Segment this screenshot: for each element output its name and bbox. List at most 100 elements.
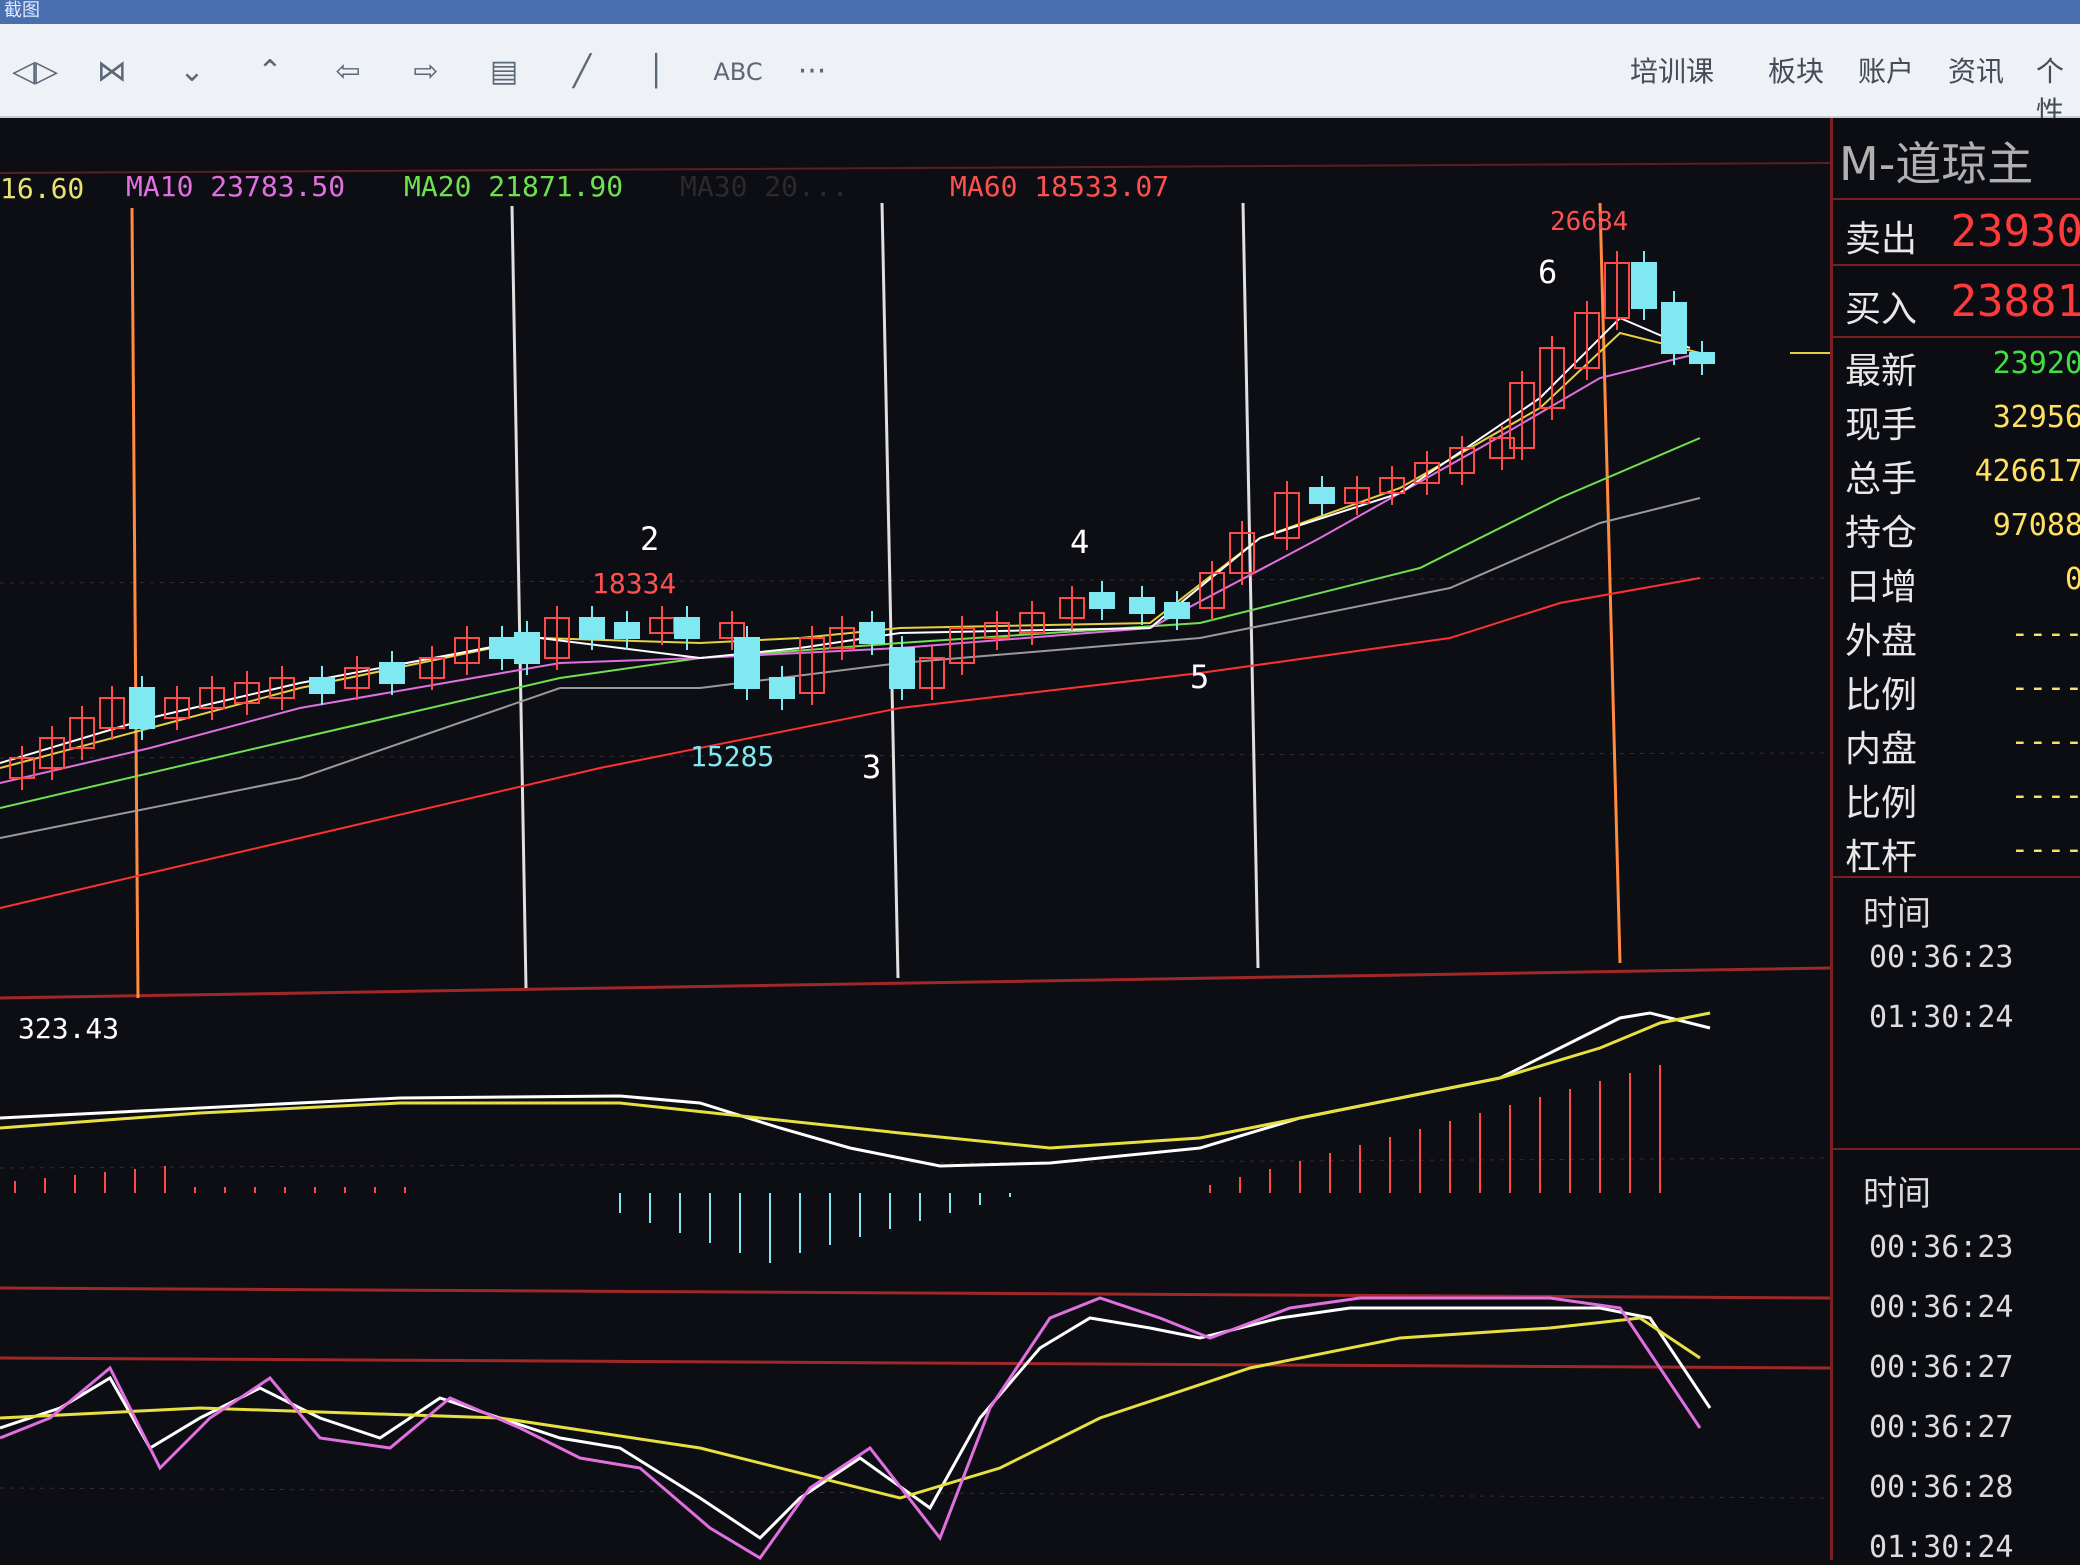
- ma30-label: MA30 20...: [680, 170, 849, 203]
- wave-label-3: 3: [862, 748, 881, 786]
- wave-label-6: 6: [1538, 253, 1557, 291]
- fit-icon[interactable]: ⋈: [90, 52, 134, 92]
- sell-value: 23930: [1950, 206, 2080, 257]
- menu-training[interactable]: 培训课: [1630, 50, 1714, 90]
- row-label: 日增: [1845, 567, 1918, 608]
- macd-value: 323.43: [18, 1012, 119, 1045]
- candle: [1089, 592, 1115, 609]
- wave-label-5: 5: [1190, 658, 1209, 696]
- wave-label-4: 4: [1070, 523, 1089, 561]
- candle: [129, 687, 155, 729]
- chart-area[interactable]: 16.60 MA10 23783.50 MA20 21871.90 MA30 2…: [0, 118, 1850, 1560]
- peak-high-label: 26684: [1550, 207, 1628, 237]
- scroll-down-icon[interactable]: ⌄: [170, 52, 214, 92]
- toolbar: ◁▷ ⋈ ⌄ ⌃ ⇦ ⇨ ▤ ╱ │ ABC ··· 培训课 板块 账户 资讯 …: [0, 24, 2080, 128]
- time-row: 00:36:24: [1869, 1290, 2014, 1325]
- row-label: 杠杆: [1845, 837, 1918, 878]
- row-label: 比例: [1845, 675, 1918, 716]
- ma10-label: MA10 23783.50: [126, 170, 345, 203]
- high-2-label: 18334: [592, 567, 676, 600]
- vertical-line-icon[interactable]: │: [634, 52, 678, 92]
- row-label: 最新: [1845, 351, 1918, 392]
- menu-account[interactable]: 账户: [1858, 50, 1914, 90]
- vertical-marker: [1241, 202, 1260, 969]
- draw-line-icon[interactable]: ╱: [560, 52, 604, 92]
- menu-news[interactable]: 资讯: [1948, 50, 2004, 90]
- candle: [614, 622, 640, 639]
- candle: [1309, 487, 1335, 504]
- time-row: 00:36:23: [1869, 940, 2014, 975]
- candle: [1129, 597, 1155, 614]
- macd-dea-line: [0, 1011, 1711, 1150]
- row-value: ----: [2010, 832, 2080, 867]
- candle: [674, 617, 700, 639]
- candle: [309, 677, 335, 694]
- time-header: 时间: [1863, 894, 1931, 934]
- row-value: 0: [2064, 562, 2080, 597]
- candle: [379, 662, 405, 684]
- vertical-marker: [880, 202, 900, 979]
- zoom-in-out-icon[interactable]: ◁▷: [12, 52, 58, 92]
- kline-chart[interactable]: 16.60 MA10 23783.50 MA20 21871.90 MA30 2…: [0, 118, 1850, 1560]
- ma60-label: MA60 18533.07: [950, 170, 1169, 203]
- candle: [1661, 302, 1687, 354]
- row-value: 32956: [1992, 400, 2080, 435]
- time-row: 00:36:23: [1869, 1230, 2014, 1265]
- row-label: 外盘: [1845, 621, 1918, 662]
- text-abc-icon[interactable]: ABC: [708, 52, 768, 92]
- kdj-j-line: [0, 1296, 1702, 1560]
- time-row: 01:30:24: [1869, 1000, 2014, 1035]
- candle: [769, 677, 795, 699]
- left-arrow-icon[interactable]: ⇦: [326, 52, 370, 92]
- instrument-title: M-道琼主: [1839, 137, 2034, 191]
- row-label: 持仓: [1845, 513, 1918, 554]
- row-value: ----: [2010, 778, 2080, 813]
- candle: [889, 647, 915, 689]
- buy-label: 买入: [1845, 289, 1918, 330]
- candle: [734, 637, 760, 689]
- vertical-marker: [130, 207, 140, 999]
- title-bar: 截图: [0, 0, 2080, 24]
- candle: [579, 617, 605, 639]
- row-value: ----: [2010, 670, 2080, 705]
- sell-label: 卖出: [1845, 219, 1918, 260]
- row-value: 97088: [1992, 508, 2080, 543]
- scroll-up-icon[interactable]: ⌃: [248, 52, 292, 92]
- low-label: 15285: [690, 740, 774, 773]
- candle: [514, 632, 540, 664]
- ma20-line: [0, 437, 1701, 809]
- kdj-d-line: [0, 1316, 1701, 1500]
- kdj-k-line: [0, 1306, 1712, 1540]
- menu-sector[interactable]: 板块: [1768, 50, 1824, 90]
- right-arrow-icon[interactable]: ⇨: [404, 52, 448, 92]
- ma-white-line: [0, 316, 1691, 764]
- wave-label-2: 2: [640, 520, 659, 558]
- time-row: 00:36:28: [1869, 1470, 2014, 1505]
- quote-panel: M-道琼主 卖出 23930 买入 23881 最新 23920 现手 3295…: [1830, 118, 2080, 1565]
- time-row: 00:36:27: [1869, 1350, 2014, 1385]
- window-title: 截图: [4, 0, 40, 21]
- candle: [859, 622, 885, 644]
- ma30-line: [0, 497, 1701, 839]
- ma20-label: MA20 21871.90: [404, 170, 623, 203]
- row-value: 426617: [1974, 454, 2080, 489]
- candle: [489, 637, 515, 659]
- row-label: 内盘: [1845, 729, 1918, 770]
- time-header: 时间: [1863, 1174, 1931, 1214]
- candle: [1631, 262, 1657, 309]
- candle: [1164, 602, 1190, 619]
- macd-dif-line: [0, 1011, 1711, 1168]
- layout-grid-icon[interactable]: ▤: [482, 52, 526, 92]
- ma5-label: 16.60: [0, 172, 84, 205]
- candle: [1689, 352, 1715, 364]
- row-value: 23920: [1992, 346, 2080, 381]
- row-label: 比例: [1845, 783, 1918, 824]
- row-label: 总手: [1845, 459, 1918, 500]
- time-row: 00:36:27: [1869, 1410, 2014, 1445]
- row-value: ----: [2010, 616, 2080, 651]
- vertical-marker: [510, 205, 528, 989]
- row-value: ----: [2010, 724, 2080, 759]
- more-icon[interactable]: ···: [790, 52, 834, 92]
- buy-value: 23881: [1950, 276, 2080, 327]
- row-label: 现手: [1845, 405, 1918, 446]
